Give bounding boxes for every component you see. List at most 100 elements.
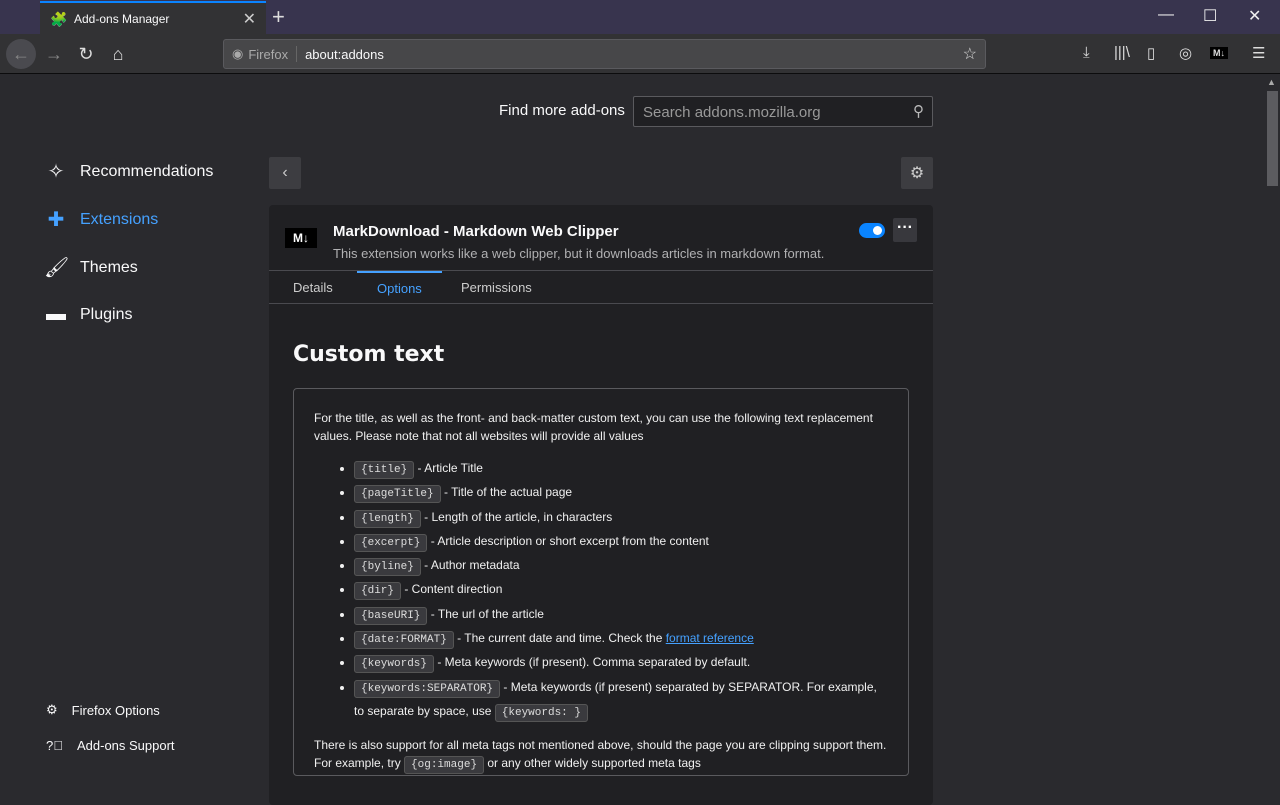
- list-item: {date:FORMAT} - The current date and tim…: [354, 627, 888, 651]
- list-item: {length} - Length of the article, in cha…: [354, 506, 888, 530]
- code-snippet: {dir}: [354, 582, 402, 601]
- code-snippet: {length}: [354, 509, 421, 528]
- bookmark-star-icon[interactable]: ☆: [963, 44, 977, 64]
- sidebar-item-label: Plugins: [80, 305, 133, 323]
- code-snippet: {excerpt}: [354, 533, 428, 552]
- close-tab-icon[interactable]: ✕: [243, 9, 256, 29]
- plugin-icon: ▬: [46, 303, 66, 325]
- sidebar-item-label: Extensions: [80, 210, 159, 228]
- tools-gear-button[interactable]: ⚙: [901, 157, 933, 189]
- code-snippet: {keywords:SEPARATOR}: [354, 679, 501, 698]
- firefox-icon: ◉: [232, 46, 244, 61]
- menu-icon[interactable]: ☰: [1252, 44, 1265, 62]
- custom-text-help: For the title, as well as the front- and…: [293, 388, 909, 776]
- tab-details[interactable]: Details: [273, 271, 353, 304]
- sidebar-item-plugins[interactable]: ▬ Plugins: [44, 303, 132, 326]
- addon-card: M↓ MarkDownload - Markdown Web Clipper T…: [269, 205, 933, 805]
- tab-addons-manager[interactable]: 🧩 Add-ons Manager ✕: [40, 1, 266, 34]
- item-text: - Content direction: [401, 582, 503, 597]
- footer-label: Firefox Options: [71, 702, 160, 718]
- scroll-up-icon[interactable]: ▲: [1267, 77, 1276, 87]
- scrollbar-thumb[interactable]: [1267, 91, 1278, 186]
- item-text: - Title of the actual page: [440, 485, 573, 500]
- brush-icon: 🖌: [44, 257, 70, 279]
- url-bar[interactable]: ◉ Firefox about:addons ☆: [223, 39, 986, 69]
- identity-label: Firefox: [248, 46, 289, 62]
- identity-box[interactable]: ◉ Firefox: [224, 46, 298, 62]
- code-snippet: {keywords}: [354, 655, 435, 674]
- addon-tabs: Details Options Permissions: [269, 270, 933, 304]
- tab-options[interactable]: Options: [357, 271, 442, 304]
- addon-name[interactable]: MarkDownload - Markdown Web Clipper: [333, 223, 619, 240]
- downloads-icon[interactable]: ⤓: [1083, 44, 1090, 61]
- reload-button[interactable]: ↻: [72, 42, 100, 66]
- sidebar-item-extensions[interactable]: ✚ Extensions: [44, 207, 159, 232]
- addons-search-input[interactable]: Search addons.mozilla.org ⚲: [633, 96, 933, 127]
- back-chevron-button[interactable]: ‹: [269, 157, 301, 189]
- list-item: {excerpt} - Article description or short…: [354, 530, 888, 554]
- list-item: {dir} - Content direction: [354, 578, 888, 602]
- list-item: {pageTitle} - Title of the actual page: [354, 481, 888, 505]
- minimize-button[interactable]: —: [1158, 6, 1174, 24]
- maximize-button[interactable]: ☐: [1203, 6, 1217, 26]
- item-text: - Length of the article, in characters: [420, 509, 613, 524]
- search-icon: ⚲: [913, 103, 924, 120]
- scrollbar[interactable]: ▲: [1264, 75, 1280, 800]
- code-snippet: {og:image}: [404, 756, 485, 775]
- format-reference-link[interactable]: format reference: [666, 631, 754, 645]
- addon-description: This extension works like a web clipper,…: [333, 246, 825, 261]
- outro-after: or any other widely supported meta tags: [484, 756, 701, 771]
- home-button[interactable]: ⌂: [104, 42, 132, 66]
- item-text: - The url of the article: [427, 606, 544, 621]
- code-snippet: {title}: [354, 461, 415, 479]
- sidebar-icon[interactable]: ▯: [1147, 44, 1155, 62]
- sidebar-item-themes[interactable]: 🖌 Themes: [44, 255, 138, 280]
- title-bar: 🧩 Add-ons Manager ✕ + — ☐ ✕: [0, 0, 1280, 34]
- code-snippet: {byline}: [354, 558, 421, 577]
- list-item: {baseURI} - The url of the article: [354, 603, 888, 627]
- puzzle-icon: 🧩: [50, 10, 68, 27]
- search-placeholder: Search addons.mozilla.org: [643, 104, 821, 121]
- url-text[interactable]: about:addons: [297, 47, 384, 62]
- list-item: {keywords:SEPARATOR} - Meta keywords (if…: [354, 676, 888, 725]
- code-snippet: {baseURI}: [354, 606, 428, 625]
- puzzle-icon: ✚: [47, 209, 65, 231]
- options-heading: Custom text: [293, 342, 445, 367]
- intro-text: For the title, as well as the front- and…: [314, 411, 873, 443]
- sidebar-item-recommendations[interactable]: ✧ Recommendations: [44, 159, 214, 184]
- replacement-list: {title} - Article Title{pageTitle} - Tit…: [354, 457, 888, 724]
- list-item: {title} - Article Title: [354, 457, 888, 481]
- tab-title: Add-ons Manager: [74, 11, 170, 26]
- find-more-label: Find more add-ons: [499, 102, 625, 119]
- sidebar-item-label: Themes: [80, 258, 138, 276]
- markdownload-icon[interactable]: M↓: [1210, 47, 1228, 59]
- list-item: {keywords} - Meta keywords (if present).…: [354, 651, 888, 675]
- more-options-button[interactable]: ···: [893, 218, 917, 242]
- forward-button[interactable]: →: [40, 42, 68, 66]
- new-tab-button[interactable]: +: [272, 4, 285, 30]
- back-button[interactable]: ←: [6, 39, 36, 69]
- item-text: - The current date and time. Check the: [453, 631, 666, 646]
- firefox-options-link[interactable]: ⚙ Firefox Options: [46, 702, 160, 718]
- close-window-button[interactable]: ✕: [1248, 6, 1261, 26]
- outro-text: There is also support for all meta tags …: [314, 736, 888, 775]
- code-snippet: {pageTitle}: [354, 485, 441, 504]
- item-text: - Author metadata: [420, 558, 520, 573]
- code-snippet: {keywords: }: [494, 703, 588, 722]
- list-item: {byline} - Author metadata: [354, 554, 888, 578]
- item-text: - Article description or short excerpt f…: [427, 533, 709, 548]
- sparkle-icon: ✧: [47, 161, 65, 183]
- addons-support-link[interactable]: ?⃝ Add-ons Support: [46, 738, 175, 753]
- addon-icon: M↓: [285, 228, 317, 248]
- gear-icon: ⚙: [46, 702, 58, 717]
- code-snippet: {date:FORMAT}: [354, 631, 454, 650]
- account-icon[interactable]: ◎: [1179, 44, 1192, 62]
- nav-toolbar: ← → ↻ ⌂ ◉ Firefox about:addons ☆ ⤓ |||\ ▯…: [0, 34, 1280, 74]
- tab-permissions[interactable]: Permissions: [441, 271, 552, 304]
- enable-toggle[interactable]: [859, 223, 885, 238]
- item-text: - Article Title: [414, 461, 483, 475]
- library-icon[interactable]: |||\: [1114, 44, 1130, 61]
- item-text: - Meta keywords (if present). Comma sepa…: [434, 655, 751, 670]
- footer-label: Add-ons Support: [76, 738, 175, 753]
- help-icon: ?⃝: [46, 738, 63, 753]
